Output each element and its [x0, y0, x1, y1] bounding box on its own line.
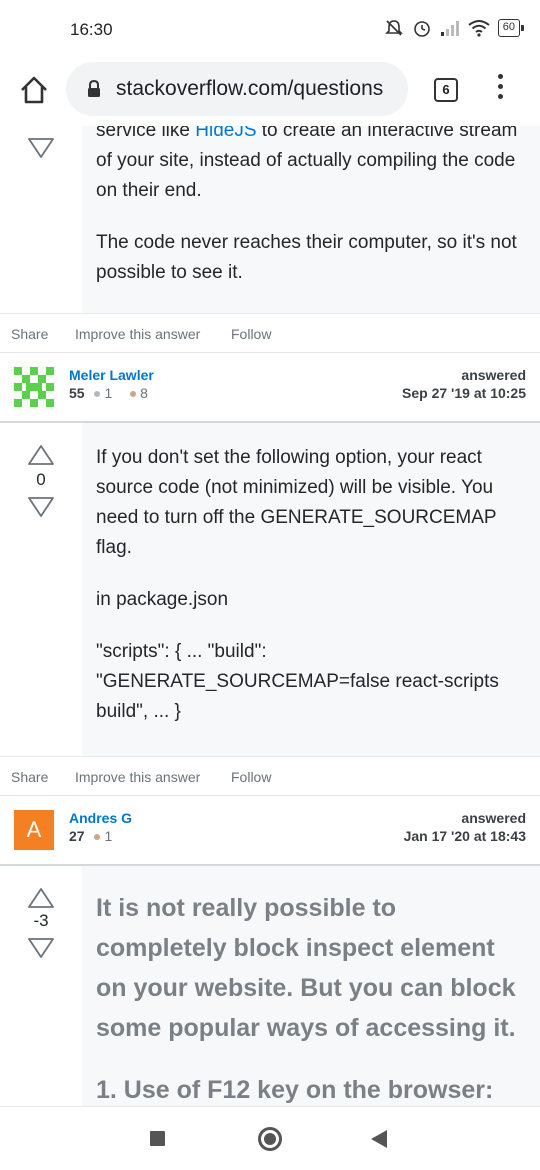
- back-icon[interactable]: [370, 1129, 388, 1149]
- upvote-icon[interactable]: [28, 888, 54, 908]
- share-link[interactable]: Share: [11, 769, 48, 785]
- downvote-icon[interactable]: [28, 138, 54, 158]
- user-card: A Andres G 27 1 answered Jan 17 '20 at 1…: [0, 795, 540, 863]
- vote-count: -3: [33, 911, 49, 930]
- answer-paragraph: It is not really possible to completely …: [96, 894, 516, 1042]
- vote-cell: -3: [0, 866, 82, 1106]
- url-text: stackoverflow.com/questions: [116, 77, 384, 100]
- page-content: service like HideJS to create an interac…: [0, 126, 540, 1106]
- system-nav-bar: [0, 1106, 540, 1170]
- mute-icon: [384, 20, 403, 36]
- user-name-link[interactable]: Andres G: [69, 810, 132, 826]
- downvote-icon[interactable]: [28, 497, 54, 517]
- identicon-avatar[interactable]: [14, 367, 54, 407]
- upvote-icon[interactable]: [28, 445, 54, 465]
- home-nav-button[interactable]: [258, 1127, 282, 1151]
- answer-post: service like HideJS to create an interac…: [0, 126, 540, 313]
- answer-post: -3 It is not really possible to complete…: [0, 866, 540, 1106]
- silver-badge-count: 1: [104, 385, 113, 401]
- answer-body: service like HideJS to create an interac…: [96, 126, 520, 310]
- bronze-badge-icon: [130, 390, 137, 397]
- reputation-score: 27: [69, 828, 85, 844]
- reputation-score: 55: [69, 385, 85, 401]
- answer-post: 0 If you don't set the following option,…: [0, 423, 540, 756]
- battery-icon: 60: [497, 19, 525, 37]
- recents-button[interactable]: [150, 1131, 165, 1146]
- user-name-link[interactable]: Meler Lawler: [69, 367, 154, 383]
- lock-icon: [88, 80, 100, 97]
- answered-label: answered: [461, 810, 526, 826]
- answered-label: answered: [461, 367, 526, 383]
- answer-body: It is not really possible to completely …: [96, 888, 526, 1106]
- status-icons: 60: [384, 18, 525, 38]
- tab-switcher-button[interactable]: 6: [434, 78, 458, 102]
- more-menu-icon[interactable]: [494, 74, 506, 106]
- status-time: 16:30: [70, 20, 113, 39]
- browser-toolbar: stackoverflow.com/questions 6: [0, 60, 540, 126]
- silver-badge-icon: [94, 390, 101, 397]
- follow-link[interactable]: Follow: [231, 769, 271, 785]
- user-reputation: 55 1 8: [69, 385, 148, 401]
- improve-answer-link[interactable]: Improve this answer: [75, 326, 200, 342]
- answer-paragraph: The code never reaches their computer, s…: [96, 232, 517, 283]
- user-card: Meler Lawler 55 1 8 answered Sep 27 '19 …: [0, 352, 540, 420]
- answered-date: Jan 17 '20 at 18:43: [403, 828, 526, 844]
- answer-paragraph: in package.json: [96, 589, 229, 610]
- bronze-badge-icon: [94, 833, 101, 840]
- vote-cell: 0: [0, 423, 82, 756]
- improve-answer-link[interactable]: Improve this answer: [75, 769, 200, 785]
- wifi-icon: [468, 20, 490, 37]
- hidejs-link[interactable]: HideJS: [195, 126, 256, 141]
- status-bar: 16:30 60: [0, 0, 540, 60]
- follow-link[interactable]: Follow: [231, 326, 271, 342]
- bronze-badge-count: 8: [140, 385, 148, 401]
- alarm-icon: [413, 21, 430, 37]
- answer-paragraph: If you don't set the following option, y…: [96, 447, 497, 558]
- post-actions: Share Improve this answer Follow: [0, 756, 540, 800]
- home-icon[interactable]: [18, 74, 50, 106]
- answer-paragraph: "scripts": { ... "build": "GENERATE_SOUR…: [96, 641, 499, 722]
- address-bar[interactable]: stackoverflow.com/questions: [66, 62, 408, 116]
- vote-count: 0: [36, 470, 46, 489]
- share-link[interactable]: Share: [11, 326, 48, 342]
- user-reputation: 27 1: [69, 828, 112, 844]
- answer-body: If you don't set the following option, y…: [96, 443, 520, 749]
- downvote-icon[interactable]: [28, 938, 54, 958]
- answer-paragraph: 1. Use of F12 key on the browser:: [96, 1076, 494, 1104]
- answer-paragraph: service like HideJS to create an interac…: [96, 126, 520, 206]
- vote-cell: [0, 126, 82, 313]
- bronze-badge-count: 1: [104, 828, 113, 844]
- answered-date: Sep 27 '19 at 10:25: [402, 385, 526, 401]
- user-avatar[interactable]: A: [14, 810, 54, 850]
- post-actions: Share Improve this answer Follow: [0, 313, 540, 357]
- signal-icon: [440, 21, 459, 36]
